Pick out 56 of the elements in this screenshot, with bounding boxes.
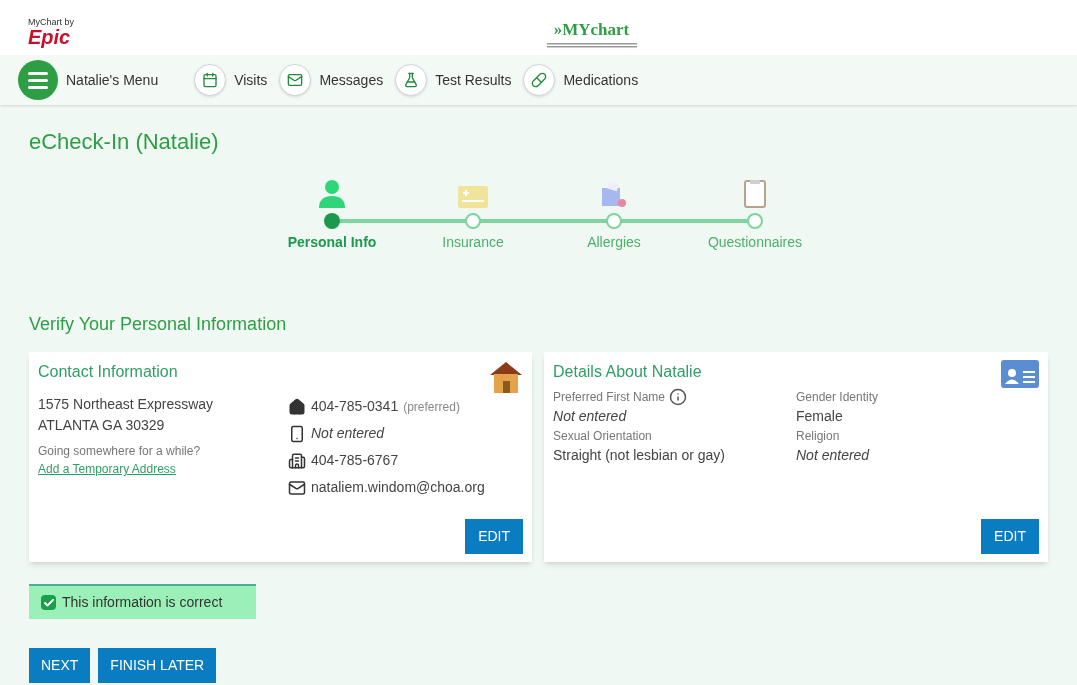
card-title: Details About Natalie [553,362,702,382]
flask-icon[interactable] [395,64,428,96]
contact-value: 404-785-0341 [311,397,399,416]
building-icon [288,451,306,470]
menu-icon[interactable] [18,60,58,100]
step-label[interactable]: Personal Info [287,232,377,253]
app-logo: »MYchart [553,19,630,42]
person-icon [317,178,347,208]
action-button[interactable]: FINISH LATER [98,648,217,683]
preferred-note: (preferred) [403,398,460,416]
confirm-label: This information is correct [62,593,223,612]
brand-caption: MyChart by [28,18,74,27]
address-line: ATLANTA GA 30329 [38,416,166,435]
confirm-checkbox-row[interactable]: This information is correct [29,584,256,619]
nav-link[interactable]: Natalie's Menu [66,69,159,91]
card-icon [458,186,488,208]
envelope-icon [288,478,306,497]
prompt-text: Going somewhere for a while? [38,443,202,460]
pill-icon[interactable] [523,64,556,96]
step-label[interactable]: Questionnaires [707,232,803,253]
calendar-icon[interactable] [194,64,227,96]
contact-value: 404-785-6767 [311,451,399,470]
envelope-icon[interactable] [279,64,312,96]
section-title: Verify Your Personal Information [29,313,288,336]
contact-value: nataliem.windom@choa.org [311,478,485,497]
phone-icon [288,424,306,443]
action-button[interactable]: NEXT [29,648,91,683]
brand-logo: Epic [28,27,71,47]
field-value: Not entered [796,446,871,465]
field-value: Not entered [553,407,628,426]
page-title: eCheck-In (Natalie) [29,128,220,156]
field-label: Preferred First Name [553,389,666,406]
medicine-box-icon [600,180,628,208]
field-label: Religion [796,428,840,445]
field-value: Female [796,407,844,426]
house-icon [489,360,523,394]
id-card-icon [1001,360,1039,388]
temporary-address-link[interactable]: Add a Temporary Address [38,460,288,478]
home-icon [288,397,306,416]
checkbox[interactable] [41,595,56,610]
nav-link[interactable]: Messages [319,69,384,91]
contact-value: Not entered [311,424,385,443]
address-line: 1575 Northeast Expressway [38,395,215,414]
card-title: Contact Information [38,362,178,382]
step-label[interactable]: Insurance [442,232,504,253]
edit-button[interactable]: EDIT [981,519,1039,554]
clipboard-icon [744,180,766,208]
step-label[interactable]: Allergies [587,232,641,253]
field-label: Gender Identity [796,389,879,406]
nav-link[interactable]: Medications [563,69,639,91]
nav-link[interactable]: Test Results [435,69,512,91]
nav-link[interactable]: Visits [234,69,268,91]
field-value: Straight (not lesbian or gay) [553,446,726,465]
info-icon[interactable] [669,388,688,406]
edit-button[interactable]: EDIT [465,519,523,554]
field-label: Sexual Orientation [553,428,652,445]
